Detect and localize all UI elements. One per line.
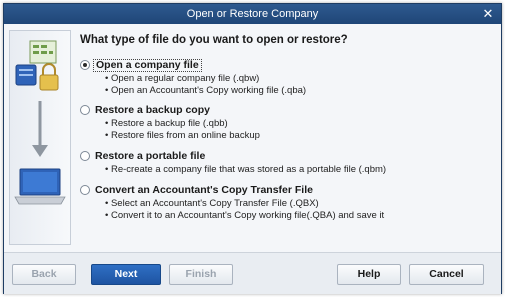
radio-open-company-file[interactable] [80, 60, 90, 70]
title-bar: Open or Restore Company ✕ [4, 4, 501, 24]
bullet-item: Restore a backup file (.qbb) [105, 118, 260, 130]
option-bullets: Restore a backup file (.qbb) Restore fil… [105, 118, 260, 142]
option-label[interactable]: Restore a portable file [93, 150, 207, 163]
bullet-item: Open a regular company file (.qbw) [105, 73, 306, 85]
bullet-item: Select an Accountant's Copy Transfer Fil… [105, 198, 384, 210]
question-heading: What type of file do you want to open or… [80, 34, 348, 46]
option-label[interactable]: Open a company file [93, 59, 202, 72]
option-label[interactable]: Convert an Accountant's Copy Transfer Fi… [93, 184, 315, 197]
option-bullets: Re-create a company file that was stored… [105, 164, 386, 176]
lock-icon [42, 63, 56, 75]
option-label[interactable]: Restore a backup copy [93, 104, 212, 117]
radio-restore-portable[interactable] [80, 151, 90, 161]
radio-restore-backup[interactable] [80, 105, 90, 115]
cancel-button[interactable]: Cancel [409, 264, 484, 285]
back-button[interactable]: Back [12, 264, 76, 285]
button-bar: Back Next Finish Help Cancel [4, 252, 501, 294]
finish-button[interactable]: Finish [169, 264, 233, 285]
file-restore-illustration [14, 40, 66, 205]
bullet-item: Convert it to an Accountant's Copy worki… [105, 210, 384, 222]
bullet-item: Restore files from an online backup [105, 130, 260, 142]
option-bullets: Select an Accountant's Copy Transfer Fil… [105, 198, 384, 222]
window-title: Open or Restore Company [186, 8, 319, 20]
close-icon[interactable]: ✕ [481, 6, 495, 22]
bullet-item: Open an Accountant's Copy working file (… [105, 85, 306, 97]
radio-convert-transfer-file[interactable] [80, 185, 90, 195]
help-button[interactable]: Help [337, 264, 401, 285]
option-bullets: Open a regular company file (.qbw) Open … [105, 73, 306, 97]
bullet-item: Re-create a company file that was stored… [105, 164, 386, 176]
next-button[interactable]: Next [91, 264, 161, 285]
open-restore-dialog: Open or Restore Company ✕ What type of f… [3, 3, 502, 294]
side-panel [9, 30, 71, 245]
